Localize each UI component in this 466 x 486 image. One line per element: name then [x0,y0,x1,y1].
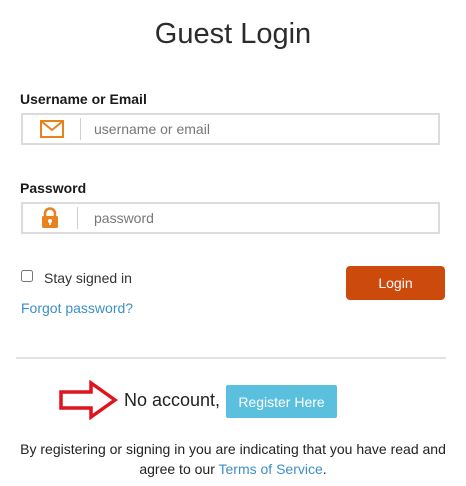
arrow-right-icon [58,379,119,425]
terms-notice-suffix: . [322,461,327,477]
username-field-wrapper[interactable] [21,113,440,145]
forgot-password-link[interactable]: Forgot password? [21,300,133,316]
username-label: Username or Email [20,91,147,107]
password-input[interactable] [94,204,424,232]
no-account-text: No account, [124,390,221,410]
icon-separator [77,207,78,229]
password-label: Password [20,180,87,196]
stay-signed-in-checkbox[interactable] [21,270,33,282]
divider [16,357,446,359]
register-button[interactable]: Register Here [226,385,337,418]
login-button[interactable]: Login [346,266,445,300]
username-input[interactable] [94,115,424,143]
page-title: Guest Login [154,18,312,50]
terms-notice-line1: By registering or signing in you are ind… [20,441,446,457]
terms-notice-line2: agree to our Terms of Service. [0,459,466,479]
password-field-wrapper[interactable] [21,202,440,234]
stay-signed-in-label[interactable]: Stay signed in [44,270,132,286]
terms-notice-prefix: agree to our [139,461,219,477]
lock-icon [23,204,77,232]
envelope-icon [23,115,80,143]
terms-of-service-link[interactable]: Terms of Service [219,461,323,477]
icon-separator [80,118,81,140]
terms-notice: By registering or signing in you are ind… [0,439,466,479]
